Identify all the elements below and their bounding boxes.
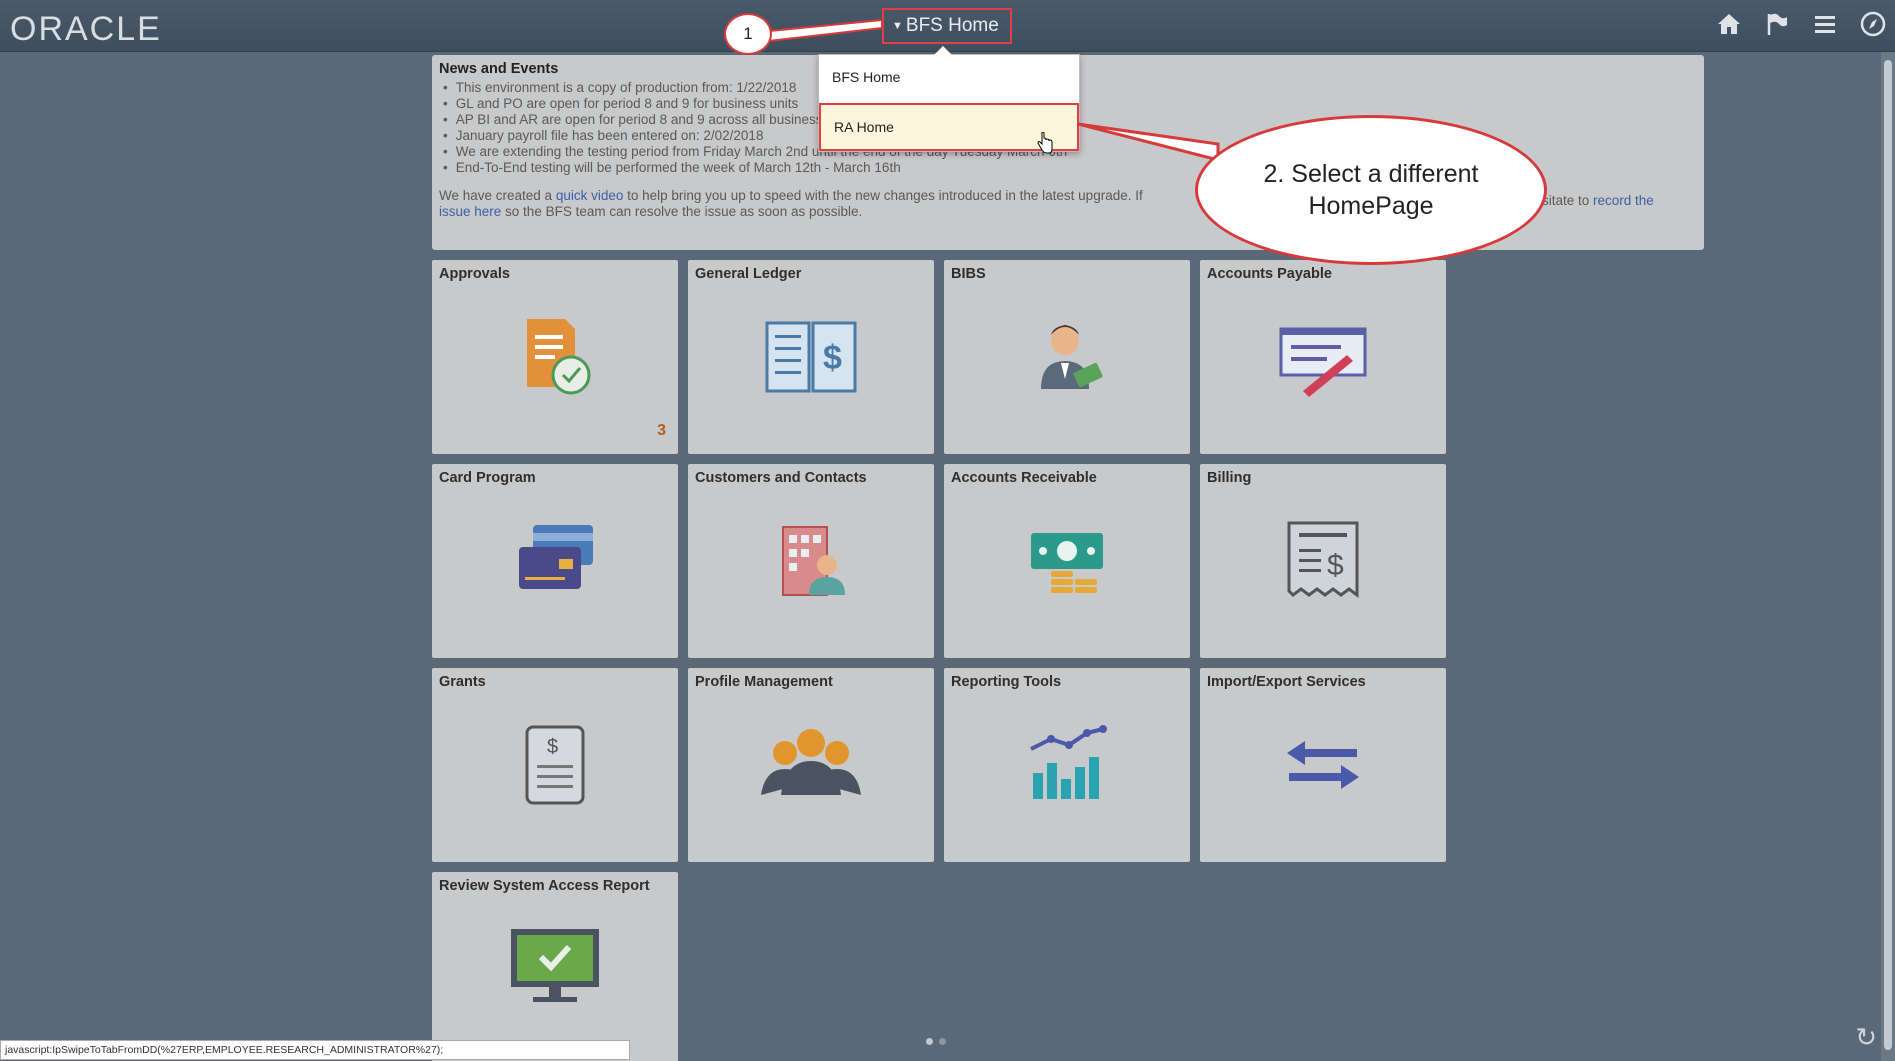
invoice-icon: $ bbox=[1273, 509, 1373, 609]
record-issue-link[interactable]: record the bbox=[1593, 193, 1654, 208]
tile-title: Accounts Receivable bbox=[951, 470, 1097, 486]
tile-profile-management[interactable]: Profile Management bbox=[688, 668, 934, 862]
news-text: We have created a bbox=[439, 188, 556, 203]
tile-title: Accounts Payable bbox=[1207, 266, 1332, 282]
tile-title: Billing bbox=[1207, 470, 1252, 486]
tile-title: Reporting Tools bbox=[951, 674, 1062, 690]
tile-review-system-access-report[interactable]: Review System Access Report bbox=[432, 872, 678, 1061]
callout-step-2: 2. Select a different HomePage bbox=[1195, 115, 1547, 265]
callout-step-1: 1 bbox=[724, 13, 772, 55]
ledger-book-icon: $ bbox=[761, 305, 861, 405]
menu-icon[interactable] bbox=[1811, 10, 1839, 38]
svg-text:$: $ bbox=[547, 736, 558, 758]
tile-grants[interactable]: Grants $ bbox=[432, 668, 678, 862]
flag-icon[interactable] bbox=[1763, 10, 1791, 38]
arrows-exchange-icon bbox=[1273, 713, 1373, 813]
quick-video-link[interactable]: quick video bbox=[556, 188, 624, 203]
news-text-tail: sitate to record the bbox=[1542, 193, 1654, 209]
svg-text:$: $ bbox=[823, 339, 842, 377]
top-header: ORACLE ▼ BFS Home bbox=[0, 0, 1895, 52]
tile-import-export-services[interactable]: Import/Export Services bbox=[1200, 668, 1446, 862]
tile-title: Profile Management bbox=[695, 674, 833, 690]
approvals-icon bbox=[505, 305, 605, 405]
tile-title: Import/Export Services bbox=[1207, 674, 1366, 690]
tile-billing[interactable]: Billing $ bbox=[1200, 464, 1446, 658]
cash-coins-icon bbox=[1017, 509, 1117, 609]
home-icon[interactable] bbox=[1715, 10, 1743, 38]
tile-title: General Ledger bbox=[695, 266, 802, 282]
tile-title: Review System Access Report bbox=[439, 878, 650, 894]
tile-customers-and-contacts[interactable]: Customers and Contacts bbox=[688, 464, 934, 658]
tile-card-program[interactable]: Card Program bbox=[432, 464, 678, 658]
approvals-count-badge: 3 bbox=[657, 422, 666, 439]
refresh-icon[interactable]: ↻ bbox=[1855, 1022, 1877, 1053]
tile-title: Approvals bbox=[439, 266, 510, 282]
page-dot[interactable] bbox=[926, 1038, 933, 1045]
vertical-scrollbar[interactable] bbox=[1881, 52, 1895, 1061]
grant-document-icon: $ bbox=[505, 713, 605, 813]
callout-step-2-text: 2. Select a different HomePage bbox=[1263, 160, 1479, 220]
page-dot[interactable] bbox=[939, 1038, 946, 1045]
person-money-icon bbox=[1017, 305, 1117, 405]
homepage-selector-label: BFS Home bbox=[905, 15, 999, 37]
credit-card-icon bbox=[505, 509, 605, 609]
scrollbar-thumb[interactable] bbox=[1884, 60, 1892, 1050]
status-bar-url: javascript:IpSwipeToTabFromDD(%27ERP,EMP… bbox=[0, 1040, 630, 1060]
group-people-icon bbox=[761, 713, 861, 813]
page-indicator[interactable] bbox=[926, 1038, 946, 1045]
homepage-selector[interactable]: ▼ BFS Home bbox=[882, 8, 1012, 44]
monitor-check-icon bbox=[505, 917, 605, 1017]
tile-accounts-payable[interactable]: Accounts Payable bbox=[1200, 260, 1446, 454]
tile-title: Customers and Contacts bbox=[695, 470, 867, 486]
tile-general-ledger[interactable]: General Ledger $ bbox=[688, 260, 934, 454]
bar-chart-icon bbox=[1017, 713, 1117, 813]
tile-title: Grants bbox=[439, 674, 486, 690]
building-people-icon bbox=[761, 509, 861, 609]
news-text: to help bring you up to speed with the n… bbox=[623, 188, 1143, 203]
tile-title: BIBS bbox=[951, 266, 986, 282]
hand-cursor-icon bbox=[1037, 131, 1053, 159]
menu-item-bfs-home[interactable]: BFS Home bbox=[819, 55, 1079, 103]
callout-1-pointer bbox=[760, 18, 883, 44]
news-text: sitate to bbox=[1542, 193, 1594, 208]
check-pen-icon bbox=[1273, 305, 1373, 405]
oracle-logo: ORACLE bbox=[10, 10, 162, 48]
tile-approvals[interactable]: Approvals 3 bbox=[432, 260, 678, 454]
svg-text:$: $ bbox=[1327, 549, 1344, 582]
caret-down-icon: ▼ bbox=[892, 20, 903, 32]
issue-here-link[interactable]: issue here bbox=[439, 204, 501, 219]
news-text: so the BFS team can resolve the issue as… bbox=[501, 204, 863, 219]
header-actions bbox=[1715, 10, 1887, 38]
tile-title: Card Program bbox=[439, 470, 536, 486]
tile-bibs[interactable]: BIBS bbox=[944, 260, 1190, 454]
navbar-icon[interactable] bbox=[1859, 10, 1887, 38]
tile-accounts-receivable[interactable]: Accounts Receivable bbox=[944, 464, 1190, 658]
tile-reporting-tools[interactable]: Reporting Tools bbox=[944, 668, 1190, 862]
